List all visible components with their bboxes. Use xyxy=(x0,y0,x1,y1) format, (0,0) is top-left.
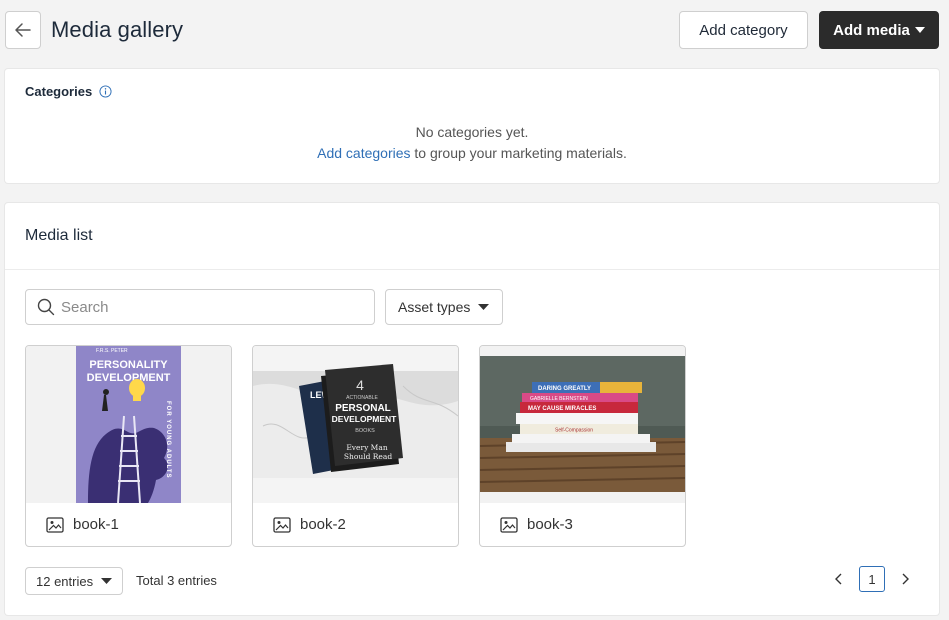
media-tile-book-1[interactable]: F.R.S. PETER PERSONALITY DEVELOPMENT FOR… xyxy=(25,345,232,547)
add-category-label: Add category xyxy=(699,21,788,39)
asset-types-label: Asset types xyxy=(398,299,471,315)
image-icon xyxy=(500,516,518,533)
total-entries: Total 3 entries xyxy=(136,573,217,588)
book-3-cover-image: Self-Compassion MAY CAUSE MIRACLES GABRI… xyxy=(480,346,685,503)
next-page-button[interactable] xyxy=(891,565,919,593)
image-icon xyxy=(46,516,64,533)
cover-side-text: FOR YOUNG ADULTS xyxy=(165,401,171,479)
cover-subtitle: ACTIONABLE xyxy=(346,395,378,401)
search-icon xyxy=(37,298,55,316)
categories-heading: Categories xyxy=(25,84,112,99)
media-name: book-3 xyxy=(527,516,573,533)
media-tile-book-2[interactable]: LEW 4 ACTIONABLE PERSONAL DEVELOPMENT BO… xyxy=(252,345,459,547)
add-category-button[interactable]: Add category xyxy=(679,11,808,49)
media-list-title: Media list xyxy=(25,227,93,244)
spine-4: Self-Compassion xyxy=(555,428,593,434)
media-tile-footer: book-1 xyxy=(26,503,231,546)
media-tile-footer: book-2 xyxy=(253,503,458,546)
book-2-cover-image: LEW 4 ACTIONABLE PERSONAL DEVELOPMENT BO… xyxy=(253,346,458,503)
entries-per-page-select[interactable]: 12 entries xyxy=(25,567,124,595)
spine-2: GABRIELLE BERNSTEIN xyxy=(530,396,588,402)
cover-title-1: PERSONALITY xyxy=(89,359,168,371)
media-thumbnail: F.R.S. PETER PERSONALITY DEVELOPMENT FOR… xyxy=(26,346,231,504)
page-number-current[interactable]: 1 xyxy=(859,566,885,592)
divider xyxy=(5,269,939,270)
media-tile-book-3[interactable]: Self-Compassion MAY CAUSE MIRACLES GABRI… xyxy=(479,345,686,547)
spine-1: DARING GREATLY xyxy=(538,386,591,392)
chevron-left-icon xyxy=(835,573,842,585)
add-categories-suffix: to group your marketing materials. xyxy=(410,145,627,161)
search-field[interactable] xyxy=(25,289,375,325)
caret-down-icon xyxy=(101,578,113,584)
add-categories-link[interactable]: Add categories xyxy=(317,145,410,161)
page-title: Media gallery xyxy=(51,17,184,42)
media-tile-footer: book-3 xyxy=(480,503,685,546)
media-name: book-1 xyxy=(73,516,119,533)
chevron-right-icon xyxy=(902,573,909,585)
media-thumbnail: Self-Compassion MAY CAUSE MIRACLES GABRI… xyxy=(480,346,685,503)
spine-3: MAY CAUSE MIRACLES xyxy=(528,406,596,412)
media-thumbnail: LEW 4 ACTIONABLE PERSONAL DEVELOPMENT BO… xyxy=(253,346,458,503)
asset-types-select[interactable]: Asset types xyxy=(385,289,503,325)
cover-tagline-1: Every Man xyxy=(346,443,388,452)
categories-card: Categories No categories yet. Add catego… xyxy=(5,69,939,183)
book-1-cover-image: F.R.S. PETER PERSONALITY DEVELOPMENT FOR… xyxy=(26,346,231,504)
cover-tagline-2: Should Read xyxy=(344,452,392,461)
image-icon xyxy=(273,516,291,533)
page-header: Media gallery Add category Add media xyxy=(0,0,949,62)
media-list-card: Media list Asset types F.R.S. PETER PERS… xyxy=(5,203,939,615)
back-button[interactable] xyxy=(5,11,41,49)
prev-page-button[interactable] xyxy=(825,565,853,593)
categories-empty-text: No categories yet. xyxy=(415,124,529,140)
pagination: 1 xyxy=(825,565,919,593)
cover-author: F.R.S. PETER xyxy=(96,348,128,354)
info-icon[interactable] xyxy=(99,85,112,98)
arrow-left-icon xyxy=(15,23,31,37)
cover-title-2: DEVELOPMENT xyxy=(332,414,398,424)
cover-title-1: PERSONAL xyxy=(335,403,391,414)
add-media-label: Add media xyxy=(833,21,910,39)
categories-title: Categories xyxy=(25,84,93,99)
entries-label: 12 entries xyxy=(36,573,94,589)
add-media-button[interactable]: Add media xyxy=(819,11,939,49)
categories-empty-hint: Add categories to group your marketing m… xyxy=(5,145,939,161)
caret-down-icon xyxy=(914,27,925,33)
cover-number: 4 xyxy=(356,377,364,393)
search-input[interactable] xyxy=(61,298,361,316)
caret-down-icon xyxy=(478,304,490,310)
cover-books: BOOKS xyxy=(355,428,375,434)
cover-title-2: DEVELOPMENT xyxy=(87,372,171,384)
media-name: book-2 xyxy=(300,516,346,533)
